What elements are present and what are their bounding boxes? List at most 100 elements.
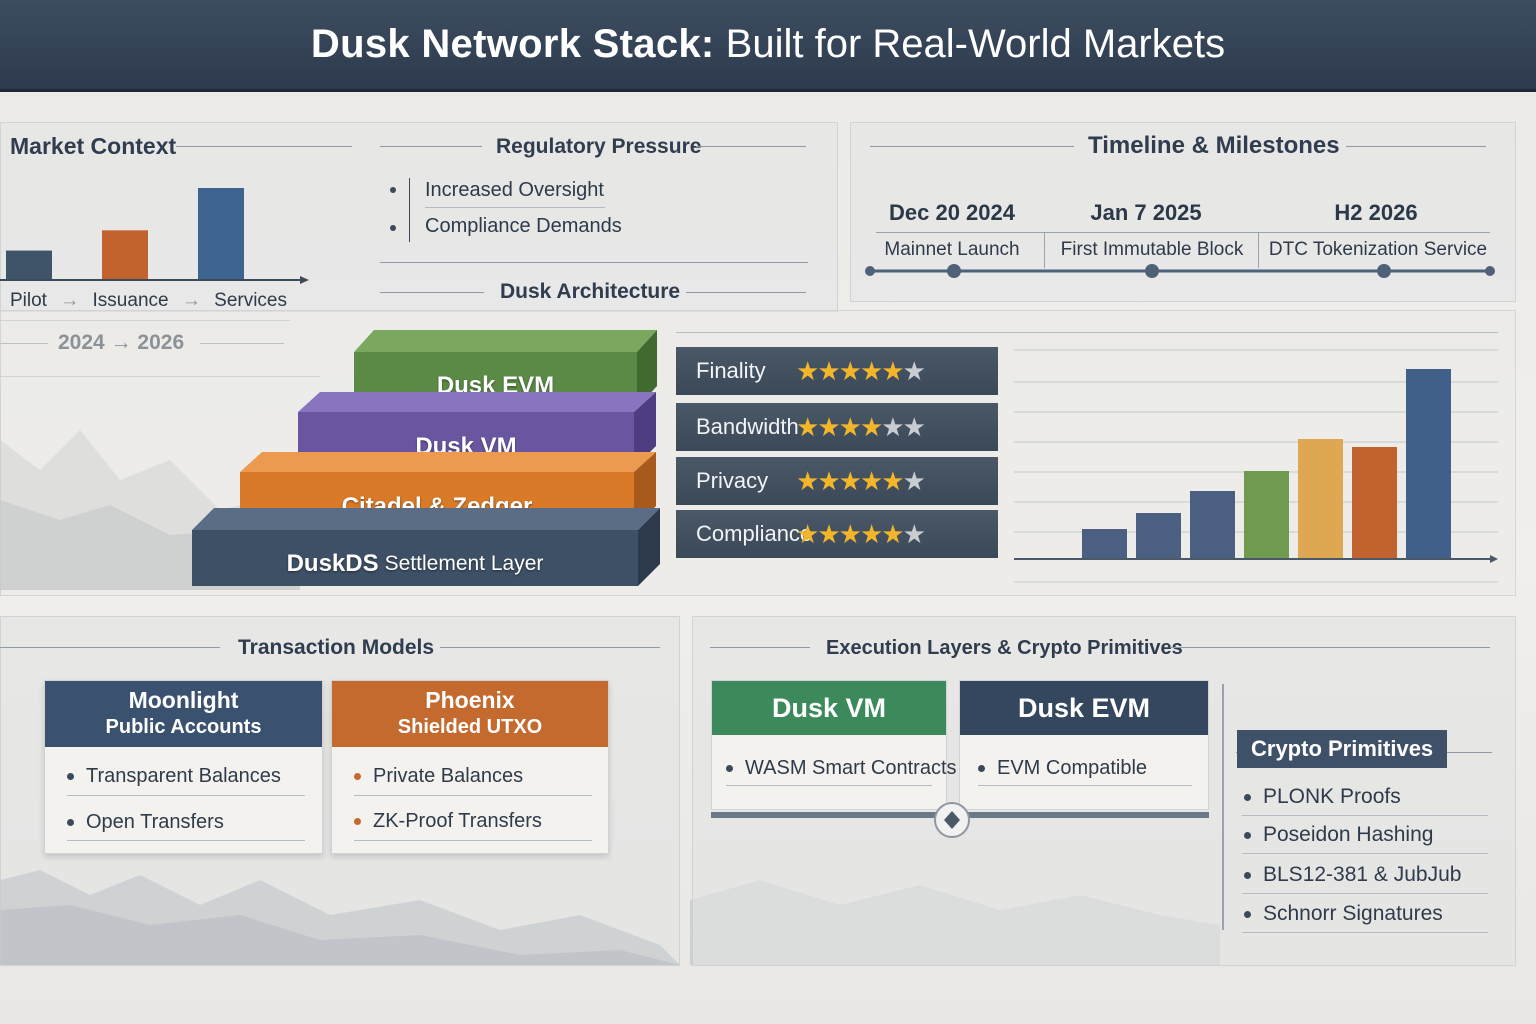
card-dusk-evm: Dusk EVM EVM Compatible <box>959 680 1209 810</box>
star-filled-icon: ★ <box>881 465 904 496</box>
star-filled-icon: ★ <box>796 465 819 496</box>
arrow-icon: → <box>60 290 80 311</box>
timeline-track <box>865 264 1495 278</box>
list-item: BLS12-381 & JubJub <box>1244 863 1461 887</box>
bullet-icon <box>1244 910 1251 918</box>
rating-privacy: Privacy ★★★★★★ <box>676 457 998 505</box>
heading-rule <box>686 292 806 293</box>
chart-bar <box>6 250 52 280</box>
star-empty-icon: ★ <box>902 518 926 549</box>
growth-chart <box>1014 349 1498 583</box>
bullet-icon <box>978 765 985 773</box>
divider <box>1242 815 1488 816</box>
card-header: Moonlight Public Accounts <box>45 681 322 747</box>
milestone-event: DTC Tokenization Service <box>1268 239 1488 260</box>
star-filled-icon: ★ <box>838 411 862 442</box>
page-title: Dusk Network Stack: Built for Real-World… <box>0 22 1536 67</box>
star-filled-icon: ★ <box>838 465 862 496</box>
chart-bar <box>1244 471 1289 559</box>
card-title: Phoenix <box>425 687 515 713</box>
milestone-date: Jan 7 2025 <box>1090 200 1202 225</box>
market-context-chart <box>0 188 309 284</box>
list-item-label: Private Balances <box>373 765 524 787</box>
star-filled-icon: ★ <box>881 355 904 386</box>
card-dusk-vm: Dusk VM WASM Smart Contracts <box>711 680 957 810</box>
bullet-icon <box>354 818 361 826</box>
card-subtitle: Shielded UTXO <box>397 716 543 738</box>
chart-bar <box>102 230 148 280</box>
chart-bar <box>1190 491 1235 559</box>
star-rating-icon: ★★★★★★ <box>796 355 926 387</box>
divider <box>726 785 932 786</box>
layer-label-bold: DuskDS <box>286 550 379 578</box>
list-item: Transparent Balances <box>67 765 281 788</box>
title-bold: Dusk Network Stack: <box>310 22 715 66</box>
star-filled-icon: ★ <box>838 355 862 386</box>
divider <box>1242 893 1488 894</box>
heading-rule <box>380 146 482 147</box>
rating-label: Privacy <box>696 468 769 493</box>
stage-services: Services <box>214 290 287 311</box>
list-item: WASM Smart Contracts <box>726 757 957 780</box>
divider <box>67 840 305 841</box>
divider <box>354 795 592 796</box>
divider <box>380 262 808 263</box>
star-filled-icon: ★ <box>817 465 840 496</box>
star-filled-icon: ★ <box>859 518 883 549</box>
card-title: Dusk EVM <box>960 681 1208 735</box>
list-item-label: ZK-Proof Transfers <box>373 810 542 832</box>
list-item-label: Transparent Balances <box>86 765 281 787</box>
star-filled-icon: ★ <box>796 355 819 386</box>
rating-label: Bandwidth <box>696 414 799 439</box>
chart-bar <box>1136 513 1181 559</box>
bullet-icon <box>390 187 396 193</box>
bullet-icon <box>1244 871 1251 879</box>
heading-rule <box>440 647 660 648</box>
list-item-label: PLONK Proofs <box>1263 785 1401 808</box>
rating-bandwidth: Bandwidth ★★★★★★ <box>676 403 998 451</box>
star-filled-icon: ★ <box>817 411 840 442</box>
star-filled-icon: ★ <box>796 411 819 442</box>
list-item-label: BLS12-381 & JubJub <box>1263 863 1462 886</box>
market-context-heading: Market Context <box>10 133 177 159</box>
bullet-icon <box>354 773 361 781</box>
regulatory-item: Increased Oversight <box>425 179 604 201</box>
heading-rule <box>0 647 220 648</box>
star-filled-icon: ★ <box>859 355 883 386</box>
star-empty-icon: ★ <box>881 411 904 442</box>
star-filled-icon: ★ <box>881 518 904 549</box>
list-item: Poseidon Hashing <box>1244 823 1433 847</box>
card-moonlight: Moonlight Public Accounts Transparent Ba… <box>44 680 323 854</box>
chart-bar <box>1406 369 1451 559</box>
transaction-models-heading: Transaction Models <box>238 636 435 659</box>
milestone-date: H2 2026 <box>1334 200 1418 225</box>
title-rest: Built for Real-World Markets <box>725 22 1226 66</box>
stage-pilot: Pilot <box>10 290 47 311</box>
list-item-label: WASM Smart Contracts <box>745 757 957 779</box>
execution-heading: Execution Layers & Crypto Primitives <box>826 637 1183 659</box>
bullet-icon <box>390 225 396 231</box>
heading-rule <box>870 146 1074 147</box>
rating-compliance: Compliance ★★★★★★ <box>676 510 998 558</box>
bullet-icon <box>67 819 74 827</box>
milestone-event: First Immutable Block <box>1060 239 1244 260</box>
bullet-icon <box>1244 831 1251 839</box>
divider <box>1222 684 1224 930</box>
rating-label: Finality <box>696 358 766 383</box>
layer-duskds: DuskDS Settlement Layer <box>192 508 660 586</box>
star-filled-icon: ★ <box>817 355 840 386</box>
card-header: Phoenix Shielded UTXO <box>332 681 608 747</box>
list-item-label: Open Transfers <box>86 811 224 833</box>
chart-bar <box>198 188 244 280</box>
heading-rule <box>1346 146 1486 147</box>
divider <box>67 795 305 796</box>
stage-issuance: Issuance <box>92 290 169 311</box>
divider <box>1242 932 1488 933</box>
star-empty-icon: ★ <box>902 465 926 496</box>
heading-rule <box>380 292 484 293</box>
star-rating-icon: ★★★★★★ <box>796 411 926 443</box>
star-filled-icon: ★ <box>817 518 840 549</box>
divider <box>676 332 1498 333</box>
list-item: EVM Compatible <box>978 757 1147 780</box>
chart-bar <box>1352 447 1397 559</box>
